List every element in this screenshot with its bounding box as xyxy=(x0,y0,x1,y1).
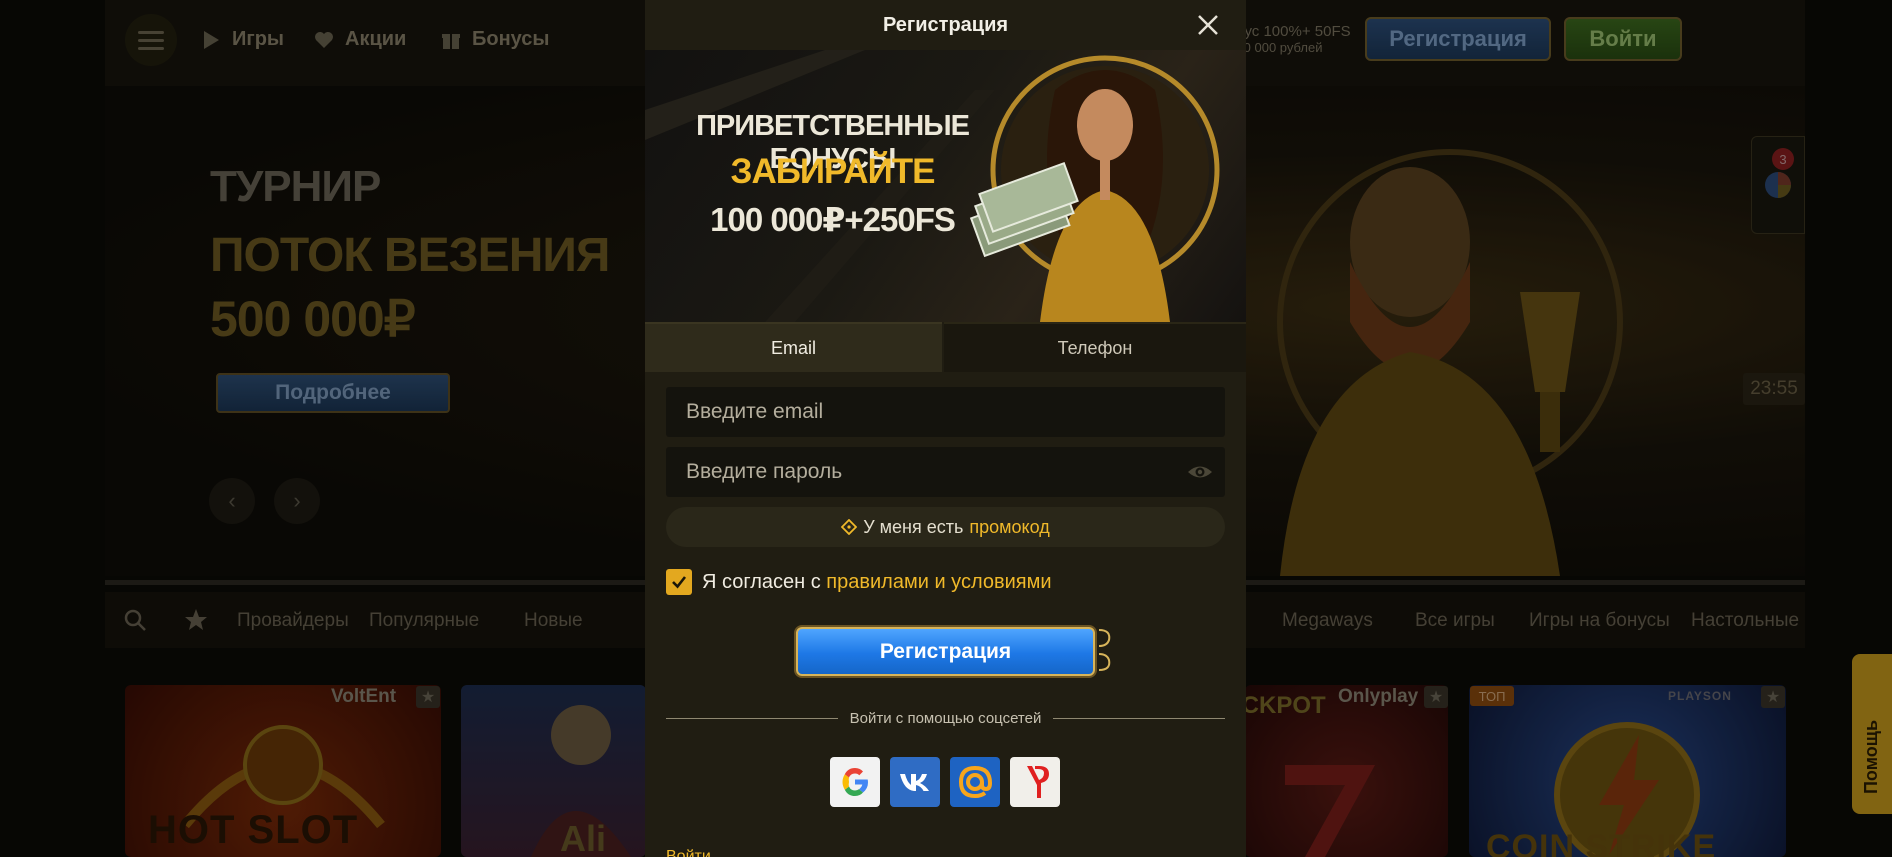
footer-login-link[interactable]: Войти xyxy=(666,848,711,857)
welcome-bonus-banner: ПРИВЕТСТВЕННЫЕ БОНУСЫ ЗАБИРАЙТЕ 100 000₽… xyxy=(645,50,1246,322)
tab-phone[interactable]: Телефон xyxy=(944,322,1246,372)
terms-checkbox[interactable] xyxy=(666,569,692,595)
promo-link[interactable]: промокод xyxy=(969,517,1049,538)
google-icon xyxy=(842,768,868,796)
email-field-placeholder: Введите email xyxy=(686,400,824,423)
social-divider: Войти с помощью соцсетей xyxy=(666,706,1225,730)
password-field[interactable]: Введите пароль xyxy=(666,447,1225,497)
registration-method-tabs: Email Телефон xyxy=(645,322,1246,372)
modal-header: Регистрация xyxy=(645,0,1246,50)
modal-title: Регистрация xyxy=(882,13,1009,36)
mail-ru-login-button[interactable] xyxy=(950,757,1000,807)
terms-link[interactable]: правилами и условиями xyxy=(826,571,1051,593)
registration-modal: Регистрация ПРИВЕТСТВЕННЫЕ БОНУСЫ ЗАБИРА… xyxy=(645,0,1246,857)
vk-login-button[interactable] xyxy=(890,757,940,807)
password-field-placeholder: Введите пароль xyxy=(686,460,843,483)
banner-woman-illustration xyxy=(969,55,1220,322)
promo-prefix: У меня есть xyxy=(863,516,964,537)
tab-email[interactable]: Email xyxy=(645,322,942,372)
yandex-icon xyxy=(1027,766,1049,798)
terms-agreement: Я согласен с правилами и условиями xyxy=(666,569,1052,595)
mail-ru-icon xyxy=(958,765,993,799)
vk-icon xyxy=(900,774,929,791)
close-icon[interactable] xyxy=(1196,13,1220,37)
yandex-login-button[interactable] xyxy=(1010,757,1060,807)
register-submit-button[interactable]: Регистрация xyxy=(796,627,1095,676)
modal-footer-hint: Войти xyxy=(666,848,1225,857)
terms-prefix: Я согласен с xyxy=(702,570,821,593)
ticket-icon xyxy=(841,519,858,535)
eye-icon[interactable] xyxy=(1187,461,1213,483)
google-login-button[interactable] xyxy=(830,757,880,807)
ornament-right-icon xyxy=(1098,629,1111,671)
social-label: Войти с помощью соцсетей xyxy=(849,709,1042,727)
promo-code-toggle[interactable]: У меня есть промокод xyxy=(666,507,1225,547)
checkmark-icon xyxy=(672,576,687,589)
email-field[interactable]: Введите email xyxy=(666,387,1225,437)
page-root: Игры Акции Бонусы Бонус 100%+ 50FS до 20… xyxy=(0,0,1892,857)
